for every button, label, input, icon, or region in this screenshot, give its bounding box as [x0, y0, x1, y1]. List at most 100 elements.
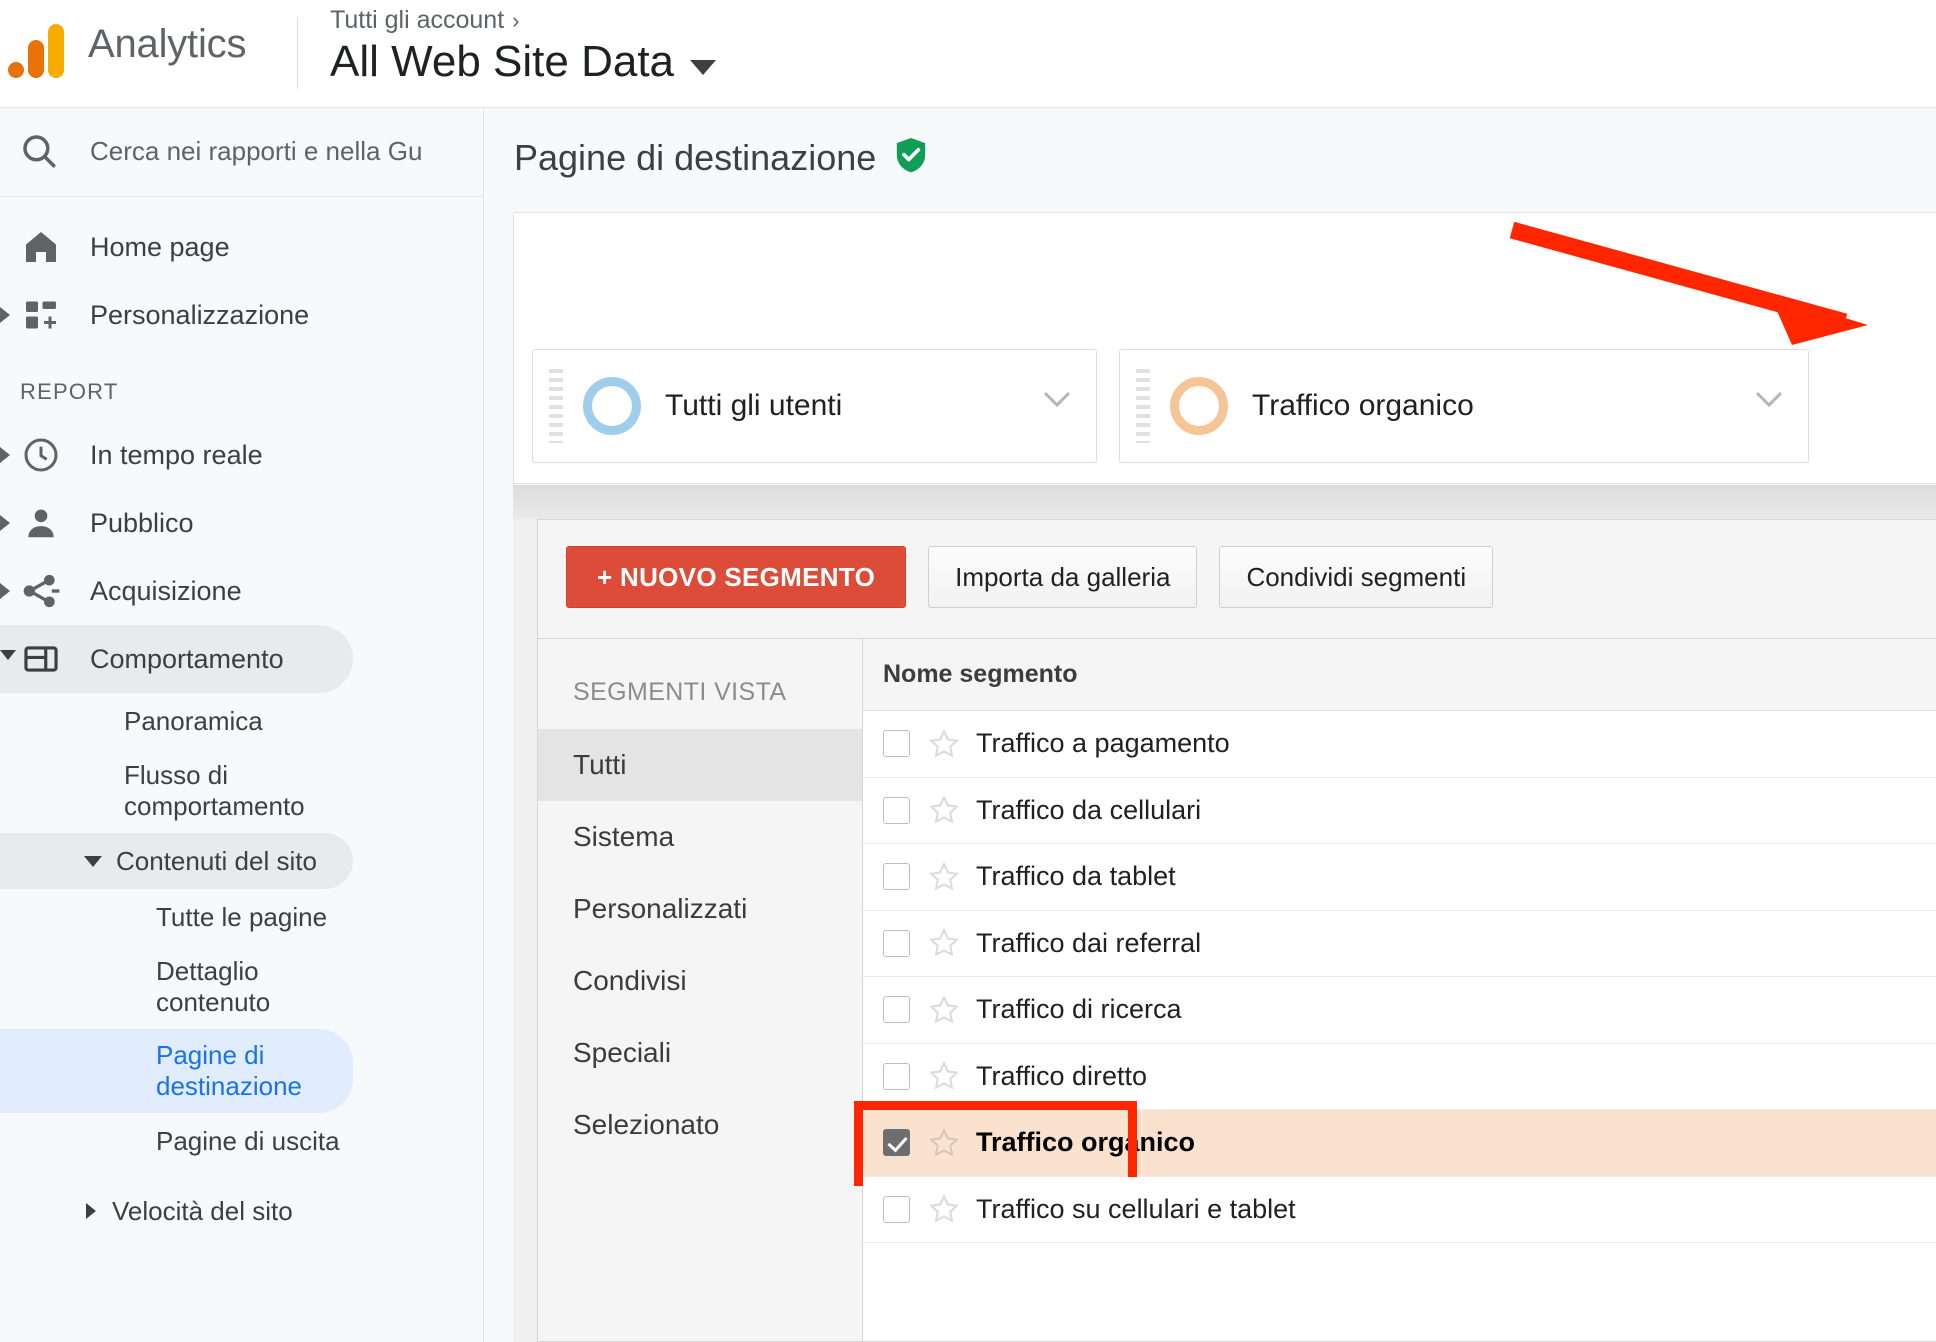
star-icon[interactable]	[928, 861, 960, 893]
sidebar-group-site-content[interactable]: Contenuti del sito	[0, 833, 353, 889]
sidebar-divider	[0, 196, 483, 197]
share-segments-button[interactable]: Condividi segmenti	[1219, 546, 1494, 608]
segment-table-header: Nome segmento	[863, 639, 1936, 711]
star-icon[interactable]	[928, 1127, 960, 1159]
breadcrumb-label: Tutti gli account	[330, 6, 505, 34]
segment-chip-all-users-label: Tutti gli utenti	[665, 389, 843, 422]
home-icon	[18, 224, 64, 270]
import-from-gallery-button[interactable]: Importa da galleria	[928, 546, 1198, 608]
star-icon[interactable]	[928, 994, 960, 1026]
segment-category-starred[interactable]: Speciali	[538, 1017, 862, 1089]
collapse-arrow-icon[interactable]	[0, 650, 16, 668]
sidebar-item-exit-pages[interactable]: Pagine di uscita	[0, 1113, 353, 1169]
segment-name: Traffico organico	[976, 1127, 1196, 1158]
star-icon[interactable]	[928, 1060, 960, 1092]
triangle-right-icon[interactable]	[86, 1203, 96, 1219]
table-row[interactable]: Traffico di ricerca	[863, 977, 1936, 1044]
sidebar-item-behavior-flow-label: Flusso di comportamento	[124, 760, 305, 821]
row-checkbox[interactable]	[883, 796, 910, 824]
segment-ring-icon	[583, 377, 641, 435]
acquisition-icon	[18, 568, 64, 614]
top-bar: Analytics Tutti gli account › All Web Si…	[0, 0, 1936, 108]
segment-chip-organic-traffic-label: Traffico organico	[1252, 389, 1474, 422]
expand-arrow-icon[interactable]	[0, 447, 10, 463]
row-checkbox[interactable]	[883, 929, 910, 957]
sidebar-item-realtime-label: In tempo reale	[90, 439, 263, 470]
brand-name: Analytics	[88, 22, 247, 66]
table-row[interactable]: Traffico da cellulari	[863, 777, 1936, 844]
row-checkbox[interactable]	[883, 730, 910, 758]
segment-category-custom[interactable]: Personalizzati	[538, 873, 862, 945]
table-row-selected[interactable]: Traffico organico	[854, 1101, 1936, 1186]
sidebar-item-behavior[interactable]: Comportamento	[0, 625, 353, 693]
segment-category-shared[interactable]: Condivisi	[538, 945, 862, 1017]
sidebar-item-all-pages[interactable]: Tutte le pagine	[0, 889, 353, 945]
row-checkbox[interactable]	[883, 996, 910, 1024]
table-row[interactable]: Traffico dai referral	[863, 910, 1936, 977]
segment-name: Traffico dai referral	[976, 927, 1202, 958]
caret-down-icon[interactable]	[690, 59, 717, 75]
sidebar-item-acquisition[interactable]: Acquisizione	[0, 557, 353, 625]
chevron-down-icon[interactable]	[1754, 390, 1784, 408]
segment-category-all[interactable]: Tutti	[538, 729, 862, 801]
segment-category-selected[interactable]: Selezionato	[538, 1089, 862, 1161]
sidebar-item-content-drilldown-label: Dettaglio contenuto	[156, 956, 271, 1017]
chevron-down-icon[interactable]	[1042, 390, 1072, 408]
star-icon[interactable]	[928, 794, 960, 826]
drag-grip-icon[interactable]	[1136, 369, 1150, 443]
sidebar-item-audience[interactable]: Pubblico	[0, 489, 353, 557]
sidebar-group-site-speed[interactable]: Velocità del sito	[0, 1183, 353, 1239]
star-icon[interactable]	[928, 728, 960, 760]
page-title-row: Pagine di destinazione	[485, 108, 1936, 179]
sidebar-item-audience-label: Pubblico	[90, 507, 194, 538]
table-row[interactable]: Traffico da tablet	[863, 844, 1936, 911]
expand-arrow-icon[interactable]	[0, 515, 10, 531]
row-checkbox[interactable]	[883, 1062, 910, 1090]
segment-name: Traffico diretto	[976, 1060, 1148, 1091]
new-segment-button[interactable]: + NUOVO SEGMENTO	[566, 546, 907, 608]
segment-name: Traffico da cellulari	[976, 794, 1202, 825]
star-icon[interactable]	[928, 1193, 960, 1225]
segment-category-header: SEGMENTI VISTA	[573, 678, 787, 706]
triangle-down-icon[interactable]	[84, 855, 102, 867]
row-checkbox[interactable]	[883, 1129, 910, 1157]
sidebar-item-exit-pages-label: Pagine di uscita	[156, 1125, 340, 1156]
breadcrumb[interactable]: Tutti gli account ›	[330, 6, 716, 35]
property-title[interactable]: All Web Site Data	[330, 37, 717, 87]
person-icon	[18, 500, 64, 546]
sidebar-item-realtime[interactable]: In tempo reale	[0, 421, 353, 489]
sidebar: Cerca nei rapporti e nella Gu Home page …	[0, 108, 484, 1342]
row-checkbox[interactable]	[883, 863, 910, 891]
table-row[interactable]: Traffico a pagamento	[863, 711, 1936, 778]
segment-name: Traffico da tablet	[976, 861, 1176, 892]
segment-chip-all-users[interactable]: Tutti gli utenti	[532, 349, 1097, 463]
segment-name: Traffico di ricerca	[976, 994, 1182, 1025]
sidebar-item-content-drilldown[interactable]: Dettaglio contenuto	[0, 945, 353, 1029]
segment-chip-organic-traffic[interactable]: Traffico organico	[1119, 349, 1809, 463]
expand-arrow-icon[interactable]	[0, 583, 10, 599]
sidebar-item-overview[interactable]: Panoramica	[0, 693, 353, 749]
page-title: Pagine di destinazione	[514, 136, 877, 178]
expand-arrow-icon[interactable]	[0, 307, 10, 323]
segment-category-system[interactable]: Sistema	[538, 801, 862, 873]
table-row[interactable]: Traffico su cellulari e tablet	[863, 1176, 1936, 1243]
search-input[interactable]: Cerca nei rapporti e nella Gu	[0, 108, 483, 194]
sidebar-item-home[interactable]: Home page	[0, 213, 353, 281]
segment-chips-panel: Tutti gli utenti Traffico organico	[513, 212, 1936, 484]
segment-manager: + NUOVO SEGMENTO Importa da galleria Con…	[513, 485, 1936, 1342]
account-selector[interactable]: Tutti gli account › All Web Site Data	[330, 6, 717, 87]
green-shield-check-icon	[894, 136, 928, 179]
behavior-icon	[18, 636, 64, 682]
row-checkbox[interactable]	[883, 1195, 910, 1223]
star-icon[interactable]	[928, 927, 960, 959]
search-icon	[18, 130, 60, 172]
main-content: Pagine di destinazione Tutti gli utenti	[485, 108, 1936, 1342]
customization-icon	[18, 292, 64, 338]
segment-table-header-name: Nome segmento	[883, 660, 1078, 688]
sidebar-item-customization[interactable]: Personalizzazione	[0, 281, 353, 349]
segment-manager-panel: + NUOVO SEGMENTO Importa da galleria Con…	[537, 519, 1936, 1342]
sidebar-item-behavior-flow[interactable]: Flusso di comportamento	[0, 749, 353, 833]
table-row[interactable]: Traffico diretto	[863, 1043, 1936, 1110]
drag-grip-icon[interactable]	[549, 369, 563, 443]
sidebar-item-landing-pages[interactable]: Pagine di destinazione	[0, 1029, 353, 1113]
